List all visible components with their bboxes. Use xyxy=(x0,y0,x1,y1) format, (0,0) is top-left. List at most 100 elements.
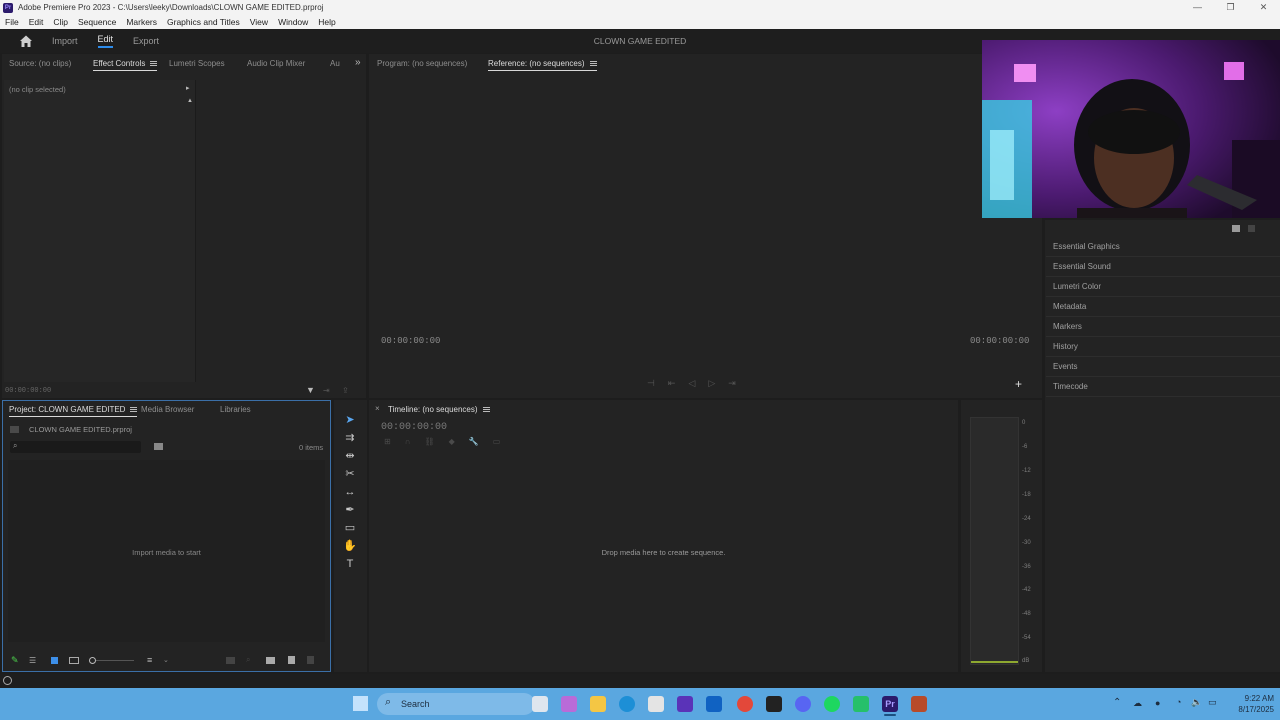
chevron-down-icon[interactable]: ⌄ xyxy=(163,656,169,664)
panel-metadata[interactable]: Metadata xyxy=(1046,298,1280,317)
trash-icon[interactable] xyxy=(307,656,314,664)
play-only-icon[interactable]: ⇥ xyxy=(323,386,330,395)
chevron-up-icon[interactable]: ⌃ xyxy=(1113,697,1121,708)
nest-icon[interactable]: ⊞ xyxy=(384,437,405,446)
slip-tool-icon[interactable]: ↔ xyxy=(343,485,357,499)
minimize-icon[interactable]: — xyxy=(1181,0,1214,15)
timeline-timecode[interactable]: 00:00:00:00 xyxy=(381,422,447,433)
panel-menu-icon[interactable] xyxy=(130,407,138,413)
captions-icon[interactable]: ▭ xyxy=(493,437,515,446)
tab-source[interactable]: Source: (no clips) xyxy=(9,59,71,68)
tab-audio-clip-mixer[interactable]: Audio Clip Mixer xyxy=(247,59,305,68)
tab-audio-more[interactable]: Au xyxy=(330,59,340,68)
chrome-icon[interactable] xyxy=(737,696,753,712)
menu-file[interactable]: File xyxy=(0,17,24,27)
edge-icon[interactable] xyxy=(619,696,635,712)
frame-forward-icon[interactable]: ⇥ xyxy=(728,378,749,388)
program-timecode-left[interactable]: 00:00:00:00 xyxy=(381,336,440,346)
file-explorer-icon[interactable] xyxy=(590,696,606,712)
capcut-icon[interactable] xyxy=(766,696,782,712)
icon-view-icon[interactable] xyxy=(51,657,58,664)
step-back-icon[interactable]: ⇤ xyxy=(668,378,689,388)
panel-essential-graphics[interactable]: Essential Graphics xyxy=(1046,238,1280,257)
rectangle-tool-icon[interactable]: ▭ xyxy=(343,521,357,535)
play-icon[interactable]: ▷ xyxy=(708,378,728,388)
tab-effect-controls[interactable]: Effect Controls xyxy=(93,59,158,71)
tab-program[interactable]: Program: (no sequences) xyxy=(377,59,467,68)
panel-menu-icon[interactable] xyxy=(482,407,490,413)
spotify-icon[interactable] xyxy=(824,696,840,712)
outlook-icon[interactable] xyxy=(706,696,722,712)
panel-options-icon[interactable] xyxy=(1248,225,1255,232)
winrar-icon[interactable] xyxy=(911,696,927,712)
pen-tool-icon[interactable]: ✒ xyxy=(343,503,357,517)
type-tool-icon[interactable]: T xyxy=(343,557,357,571)
windows-start-icon[interactable] xyxy=(353,696,368,711)
menu-view[interactable]: View xyxy=(245,17,273,27)
scroll-up-icon[interactable]: ▲ xyxy=(187,98,193,104)
maximize-icon[interactable]: ❐ xyxy=(1214,0,1247,15)
menu-markers[interactable]: Markers xyxy=(121,17,162,27)
new-item-icon[interactable] xyxy=(288,656,295,664)
panel-lumetri-color[interactable]: Lumetri Color xyxy=(1046,278,1280,297)
tab-libraries[interactable]: Libraries xyxy=(220,405,251,414)
menu-help[interactable]: Help xyxy=(313,17,340,27)
panel-menu-icon[interactable] xyxy=(589,61,597,67)
tab-reference[interactable]: Reference: (no sequences) xyxy=(488,59,597,71)
hand-tool-icon[interactable]: ✋ xyxy=(343,539,357,553)
razor-tool-icon[interactable]: ✂ xyxy=(343,467,357,481)
project-search-input[interactable] xyxy=(10,441,141,453)
close-icon[interactable]: ✕ xyxy=(1247,0,1280,15)
taskbar-clock[interactable]: 9:22 AM 8/17/2025 xyxy=(1230,693,1274,715)
expand-icon[interactable]: ▸ xyxy=(186,84,190,92)
tab-edit[interactable]: Edit xyxy=(97,34,114,48)
discord-icon[interactable] xyxy=(795,696,811,712)
more-tabs-icon[interactable]: » xyxy=(355,57,361,68)
status-icon[interactable] xyxy=(3,676,12,685)
home-icon[interactable] xyxy=(18,33,34,49)
add-button-icon[interactable]: + xyxy=(1015,377,1022,391)
track-select-tool-icon[interactable]: ⇉ xyxy=(343,431,357,445)
sort-icon[interactable]: ≡ xyxy=(147,655,152,665)
panel-markers[interactable]: Markers xyxy=(1046,318,1280,337)
tab-media-browser[interactable]: Media Browser xyxy=(141,405,194,414)
panel-events[interactable]: Events xyxy=(1046,358,1280,377)
linked-selection-icon[interactable]: ⛓ xyxy=(424,437,448,446)
menu-clip[interactable]: Clip xyxy=(48,17,73,27)
tab-export[interactable]: Export xyxy=(133,36,159,46)
panel-timecode[interactable]: Timecode xyxy=(1046,378,1280,397)
task-view-icon[interactable] xyxy=(532,696,548,712)
panel-history[interactable]: History xyxy=(1046,338,1280,357)
menu-edit[interactable]: Edit xyxy=(24,17,49,27)
whatsapp-icon[interactable] xyxy=(853,696,869,712)
freeform-view-icon[interactable] xyxy=(69,657,79,664)
battery-icon[interactable]: ▭ xyxy=(1208,697,1217,708)
panel-essential-sound[interactable]: Essential Sound xyxy=(1046,258,1280,277)
menu-graphics-and-titles[interactable]: Graphics and Titles xyxy=(162,17,245,27)
filter-icon[interactable]: ▼ xyxy=(306,385,315,395)
wrench-icon[interactable]: 🔧 xyxy=(469,437,493,446)
app-icon[interactable] xyxy=(677,696,693,712)
export-frame-icon[interactable]: ⇪ xyxy=(342,386,349,395)
snap-icon[interactable]: ∩ xyxy=(405,437,425,446)
selection-tool-icon[interactable]: ➤ xyxy=(343,413,357,427)
tab-lumetri-scopes[interactable]: Lumetri Scopes xyxy=(169,59,225,68)
new-bin-footer-icon[interactable] xyxy=(266,657,275,664)
menu-window[interactable]: Window xyxy=(273,17,313,27)
pencil-icon[interactable]: ✎ xyxy=(11,655,19,666)
tab-import[interactable]: Import xyxy=(52,36,78,46)
list-view-icon[interactable]: ☰ xyxy=(29,656,36,665)
folder-icon[interactable] xyxy=(1232,225,1240,232)
volume-icon[interactable]: 🔈 xyxy=(1191,697,1202,708)
ripple-edit-tool-icon[interactable]: ⇹ xyxy=(343,449,357,463)
menu-sequence[interactable]: Sequence xyxy=(73,17,121,27)
zoom-slider-handle[interactable] xyxy=(89,657,96,664)
cloud-icon[interactable]: ☁ xyxy=(1133,698,1142,709)
copilot-icon[interactable] xyxy=(561,696,577,712)
frame-back-icon[interactable]: ◁ xyxy=(688,378,708,388)
premiere-taskbar-icon[interactable]: Pr xyxy=(882,696,898,712)
zoom-slider-track[interactable] xyxy=(96,660,134,661)
wifi-icon[interactable]: ◔ xyxy=(1176,697,1181,707)
automate-icon[interactable] xyxy=(226,657,235,664)
add-marker-icon[interactable]: ◆ xyxy=(449,437,469,446)
